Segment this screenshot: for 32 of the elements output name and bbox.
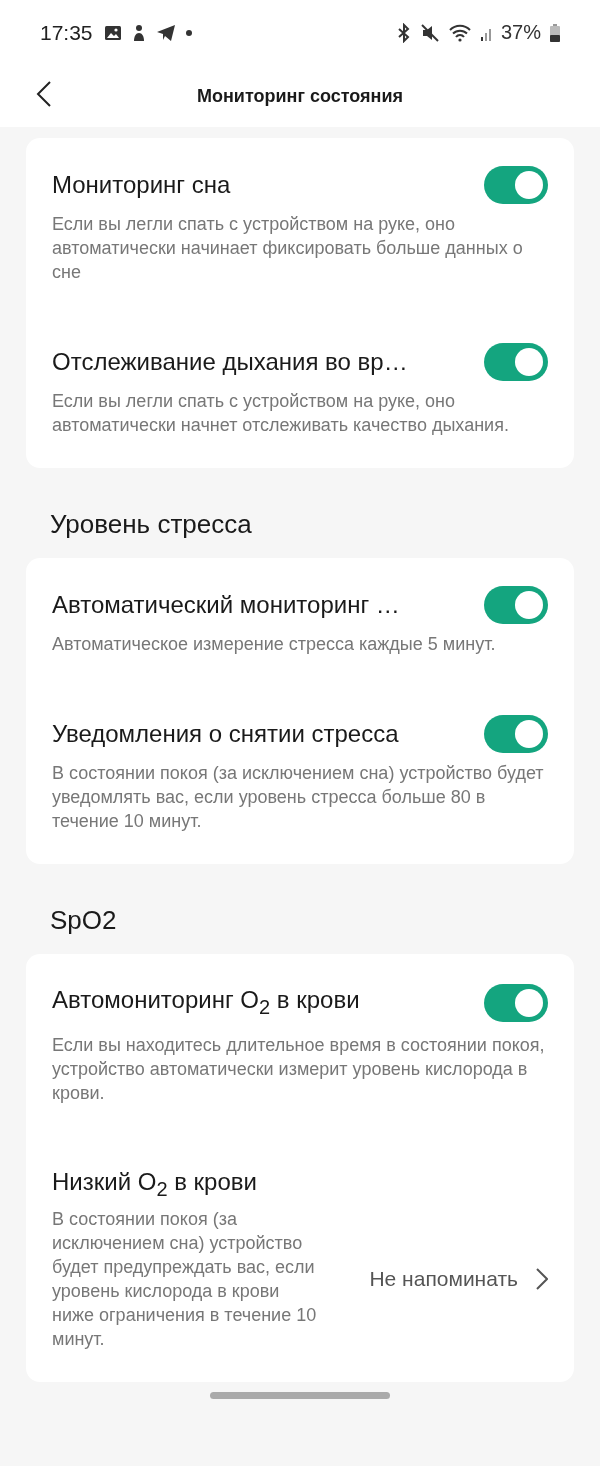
setting-description: Если вы находитесь длительное время в состоянии покоя, устройство автоматически измерит уровень кислорода в крови. [52, 1033, 546, 1105]
setting-title: Автомониторинг O$_{2}$ в крови [52, 985, 360, 1020]
send-icon [155, 23, 176, 42]
setting-description: Если вы легли спать с устройством на руке, оно автоматически начнет отслеживать качество дыхания. [52, 390, 510, 437]
setting-title: Отслеживание дыхания во вр… [52, 347, 408, 377]
setting-value[interactable]: Не напоминать [369, 1266, 518, 1291]
toggle-switch[interactable] [484, 715, 548, 753]
setting-title: Мониторинг сна [52, 170, 231, 200]
setting-description: В состоянии покоя (за исключением сна) устройство будет предупреждать вас, если уровень кислорода в крови ниже ограничения в течение 10 минут. [52, 1207, 317, 1351]
status-time: 17:35 [40, 20, 93, 45]
page-title: Мониторинг состояния [197, 85, 403, 107]
setting-description: В состоянии покоя (за исключением сна) устройство будет уведомлять вас, если уровень стресса больше 80 в течение 10 минут. [52, 762, 545, 833]
wifi-icon [448, 23, 471, 42]
setting-title: Низкий O$_{2}$ в крови [52, 1167, 257, 1195]
mute-icon [419, 22, 440, 43]
battery-percentage: 37% [500, 21, 541, 44]
toggle-switch[interactable] [484, 166, 548, 204]
toggle-switch[interactable] [484, 343, 548, 381]
toggle-switch[interactable] [484, 586, 548, 624]
image-icon [103, 24, 122, 41]
setting-title: Уведомления о снятии стресса [52, 719, 399, 749]
bluetooth-icon [396, 22, 411, 43]
setting-description: Автоматическое измерение стресса каждые 5 минут. [52, 633, 497, 656]
toggle-switch[interactable] [484, 984, 548, 1023]
battery-icon [550, 23, 560, 42]
dot-icon [184, 28, 193, 37]
back-icon[interactable] [36, 81, 52, 107]
section-heading: Уровень стресса [49, 508, 253, 541]
chevron-right-icon[interactable] [536, 1267, 548, 1290]
setting-title: Автоматический мониторинг … [52, 590, 400, 620]
section-heading: SpO2 [49, 904, 118, 937]
setting-description: Если вы легли спать с устройством на руке, оно автоматически начинает фиксировать больше данных о сне [52, 213, 524, 284]
